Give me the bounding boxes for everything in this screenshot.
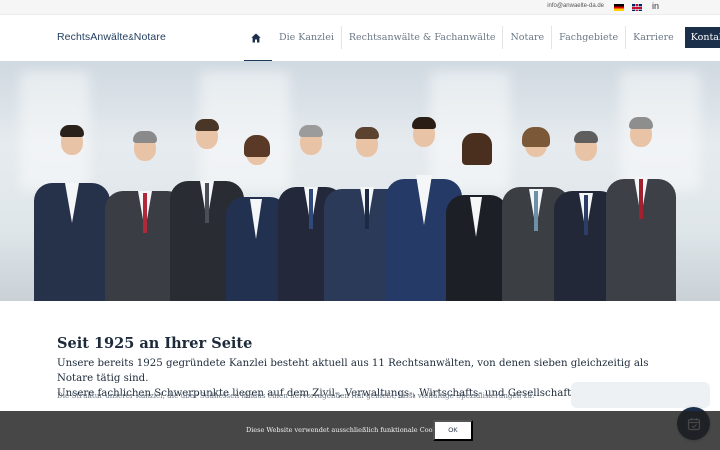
nav-item-notare[interactable]: Notare	[502, 26, 551, 49]
chat-hint	[571, 382, 710, 408]
en-flag-icon[interactable]	[632, 4, 642, 11]
page-title: Seit 1925 an Ihrer Seite	[57, 335, 253, 352]
header: RechtsAnwälte&Notare Die Kanzlei Rechtsa…	[0, 16, 720, 61]
nav-item-karriere[interactable]: Karriere	[625, 26, 681, 49]
nav-item-fachgebiete[interactable]: Fachgebiete	[551, 26, 625, 49]
intro-lead-line-1: Unsere bereits 1925 gegründete Kanzlei b…	[57, 358, 649, 384]
team-member	[32, 121, 112, 301]
nav-item-rechtsanwaelte[interactable]: Rechtsanwälte & Fachanwälte	[340, 26, 503, 49]
nav-contact-button[interactable]: Kontakt	[684, 27, 720, 48]
cookie-banner: Diese Website verwendet ausschließlich f…	[0, 411, 720, 450]
logo[interactable]: RechtsAnwälte&Notare	[57, 31, 166, 43]
nav-item-kanzlei[interactable]: Die Kanzlei	[272, 26, 341, 49]
topbar: info@anwaelte-da.de in	[0, 0, 720, 15]
home-icon	[251, 33, 261, 42]
team-member	[604, 115, 678, 301]
linkedin-icon[interactable]: in	[652, 1, 659, 11]
email-link[interactable]: info@anwaelte-da.de	[547, 3, 604, 9]
logo-text-notare: Notare	[133, 31, 166, 43]
hero-team-photo	[0, 61, 720, 301]
nav-home[interactable]	[244, 26, 272, 61]
main-navigation: Die Kanzlei Rechtsanwälte & Fachanwälte …	[244, 26, 720, 61]
intro-small-text: Die Struktur unserer Kanzlei, die über S…	[57, 391, 535, 400]
cookie-text: Diese Website verwendet ausschließlich f…	[246, 426, 448, 434]
cookie-ok-button[interactable]: OK	[433, 420, 473, 441]
de-flag-icon[interactable]	[614, 4, 624, 11]
logo-text-rechtsanwaelte: RechtsAnwälte	[57, 31, 129, 43]
